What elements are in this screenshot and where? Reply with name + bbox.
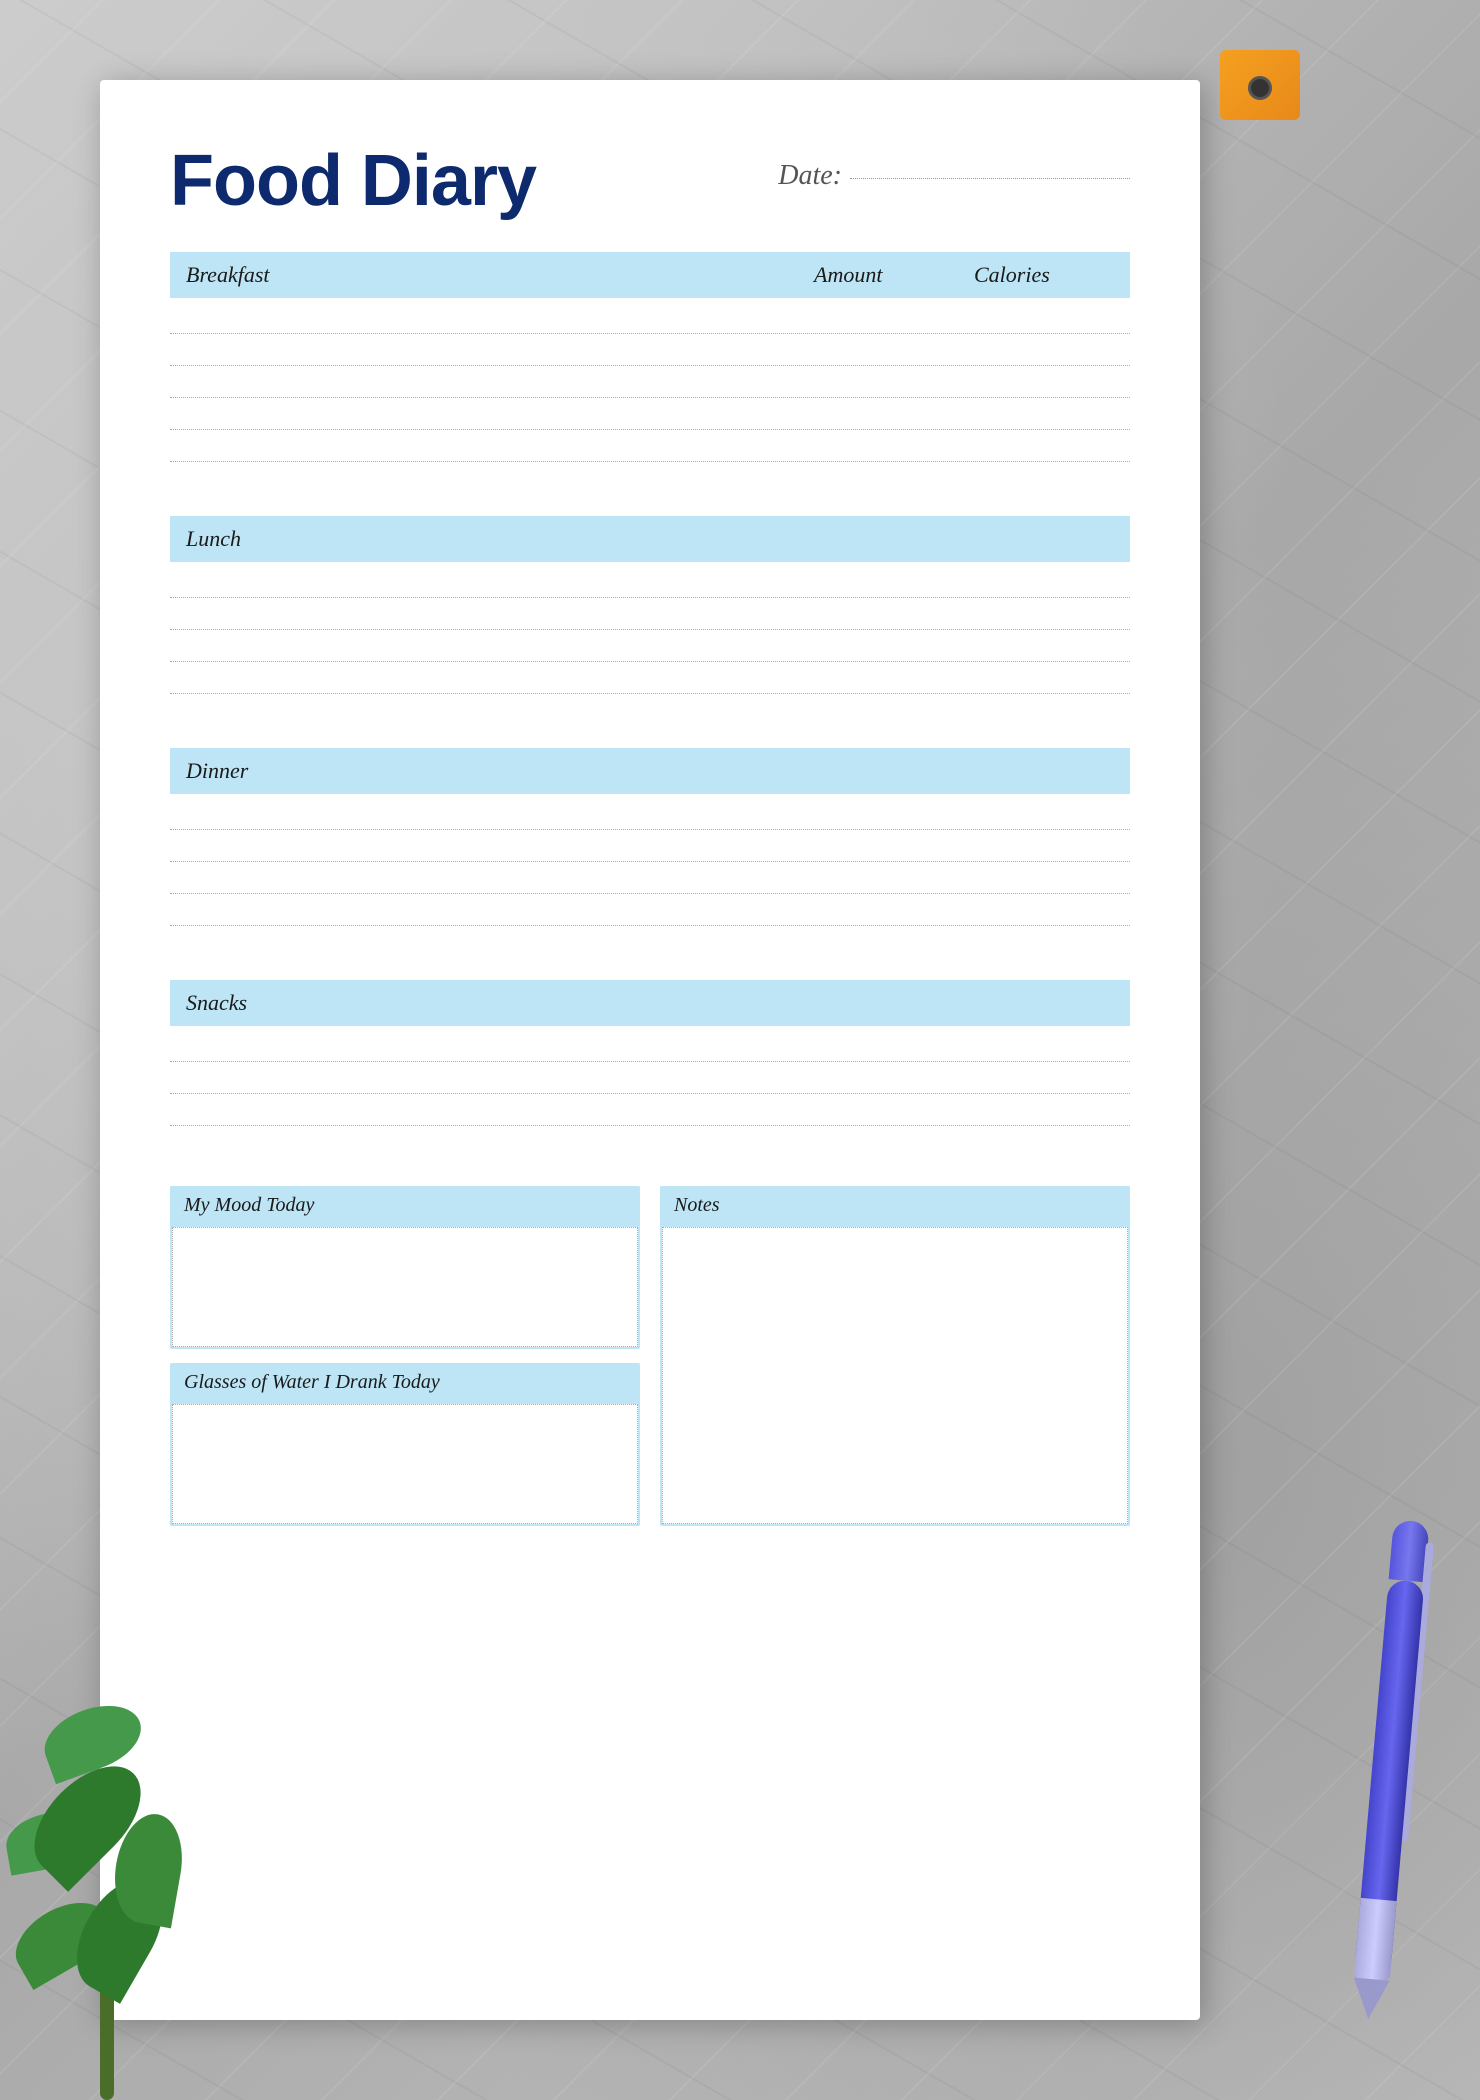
mood-content-area[interactable]	[172, 1227, 638, 1347]
sharpener-decoration	[1220, 20, 1300, 120]
breakfast-header: Breakfast Amount Calories	[170, 252, 1130, 298]
breakfast-rows	[170, 298, 1130, 498]
date-line	[850, 178, 1130, 179]
table-row	[170, 862, 1130, 894]
breakfast-label: Breakfast	[186, 262, 814, 288]
table-row	[170, 926, 1130, 958]
table-row	[170, 598, 1130, 630]
snacks-rows	[170, 1026, 1130, 1162]
notes-label: Notes	[674, 1194, 720, 1216]
mood-label: My Mood Today	[184, 1194, 314, 1216]
snacks-header: Snacks	[170, 980, 1130, 1026]
table-row	[170, 1030, 1130, 1062]
bottom-left-column: My Mood Today Glasses of Water I Drank T…	[170, 1186, 640, 1526]
table-row	[170, 398, 1130, 430]
mood-header: My Mood Today	[170, 1186, 640, 1225]
notes-header: Notes	[660, 1186, 1130, 1225]
table-row	[170, 462, 1130, 494]
table-row	[170, 630, 1130, 662]
water-content-area[interactable]	[172, 1404, 638, 1524]
mood-box: My Mood Today	[170, 1186, 640, 1349]
bottom-grid: My Mood Today Glasses of Water I Drank T…	[170, 1186, 1130, 1526]
date-section: Date:	[778, 160, 1130, 192]
page-title: Food Diary	[170, 140, 536, 222]
notes-content-area[interactable]	[662, 1227, 1128, 1524]
lunch-label: Lunch	[186, 526, 241, 551]
table-row	[170, 366, 1130, 398]
document-header: Food Diary Date:	[170, 140, 1130, 222]
snacks-section: Snacks	[170, 980, 1130, 1162]
date-label: Date:	[778, 160, 842, 192]
lunch-header: Lunch	[170, 516, 1130, 562]
lunch-section: Lunch	[170, 516, 1130, 730]
table-row	[170, 662, 1130, 694]
breakfast-amount-col: Amount	[814, 262, 974, 288]
breakfast-section: Breakfast Amount Calories	[170, 252, 1130, 498]
table-row	[170, 894, 1130, 926]
dinner-label: Dinner	[186, 758, 248, 783]
table-row	[170, 302, 1130, 334]
table-row	[170, 1126, 1130, 1158]
table-row	[170, 1094, 1130, 1126]
table-row	[170, 430, 1130, 462]
dinner-header: Dinner	[170, 748, 1130, 794]
dinner-rows	[170, 794, 1130, 962]
table-row	[170, 830, 1130, 862]
water-box: Glasses of Water I Drank Today	[170, 1363, 640, 1526]
table-row	[170, 798, 1130, 830]
snacks-label: Snacks	[186, 990, 247, 1015]
table-row	[170, 566, 1130, 598]
table-row	[170, 694, 1130, 726]
plant-decoration	[0, 1700, 280, 2100]
table-row	[170, 1062, 1130, 1094]
pen-decoration	[1338, 1518, 1441, 2021]
lunch-rows	[170, 562, 1130, 730]
breakfast-calories-col: Calories	[974, 262, 1114, 288]
table-row	[170, 334, 1130, 366]
notes-box: Notes	[660, 1186, 1130, 1526]
water-label: Glasses of Water I Drank Today	[184, 1371, 440, 1393]
water-header: Glasses of Water I Drank Today	[170, 1363, 640, 1402]
dinner-section: Dinner	[170, 748, 1130, 962]
